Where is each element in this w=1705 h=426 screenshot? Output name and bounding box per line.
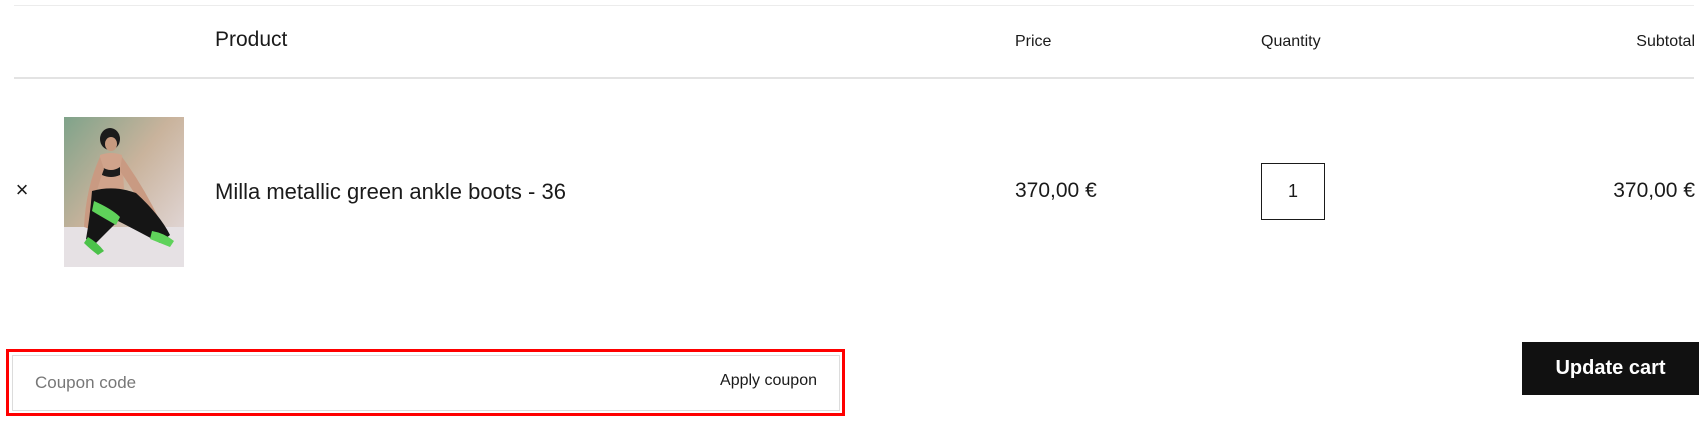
column-header-price: Price — [1015, 33, 1052, 50]
column-header-product: Product — [215, 28, 288, 51]
item-subtotal: 370,00 € — [1613, 179, 1695, 202]
coupon-code-input[interactable] — [35, 366, 635, 400]
product-thumbnail[interactable] — [64, 117, 184, 267]
remove-item-button[interactable]: × — [12, 178, 32, 202]
item-price: 370,00 € — [1015, 179, 1097, 202]
cart-page: Product Price Quantity Subtotal × Milla … — [0, 0, 1705, 426]
apply-coupon-button[interactable]: Apply coupon — [720, 372, 817, 390]
table-top-divider — [14, 5, 1694, 6]
coupon-form: Apply coupon — [12, 355, 840, 411]
table-header-divider — [14, 77, 1694, 79]
product-photo-icon — [64, 117, 184, 267]
update-cart-button[interactable]: Update cart — [1522, 342, 1699, 395]
quantity-input[interactable] — [1261, 163, 1325, 220]
product-name-link[interactable]: Milla metallic green ankle boots - 36 — [215, 179, 566, 205]
column-header-subtotal: Subtotal — [1636, 33, 1695, 50]
column-header-quantity: Quantity — [1261, 33, 1321, 50]
